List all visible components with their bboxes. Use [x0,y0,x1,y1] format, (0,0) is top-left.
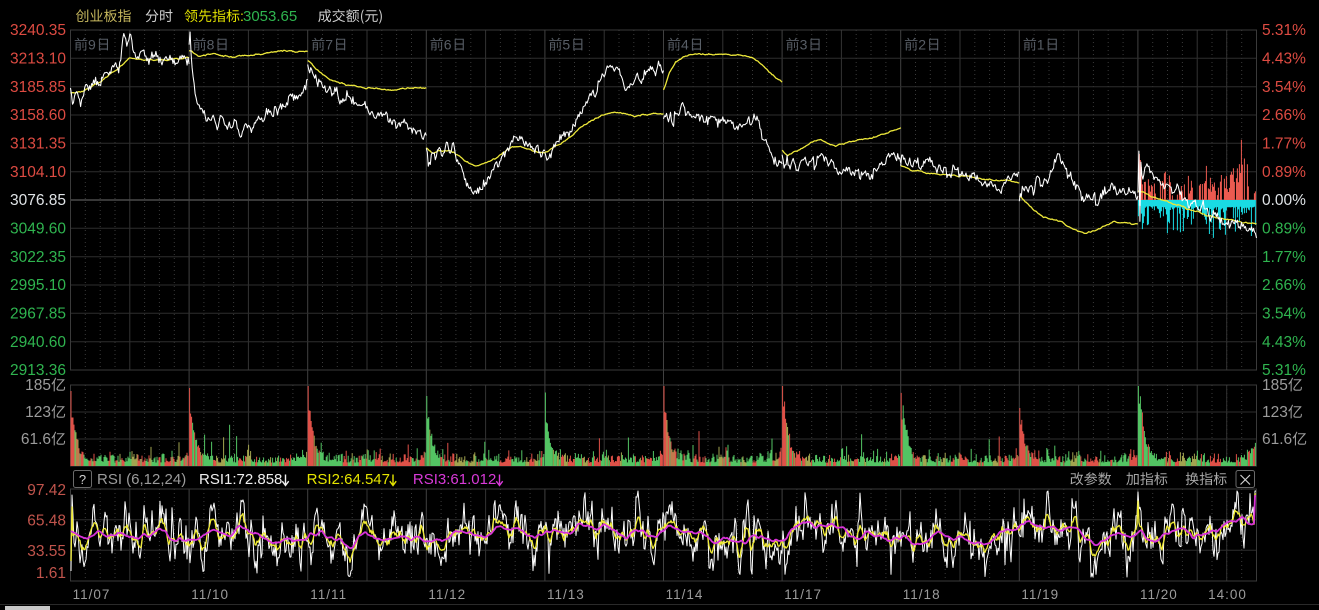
svg-text:11/11: 11/11 [310,587,347,602]
svg-text:4: 4 [681,37,689,53]
svg-text:RSI2:64.547: RSI2:64.547 [307,471,390,488]
svg-text:1.77%: 1.77% [1262,249,1306,266]
svg-text:RSI (6,12,24): RSI (6,12,24) [97,471,186,488]
svg-text:3185.85: 3185.85 [10,79,66,96]
svg-text:3104.10: 3104.10 [10,164,66,181]
svg-text:6: 6 [444,37,452,53]
svg-text:7: 7 [325,37,333,53]
svg-text:2.66%: 2.66% [1262,107,1306,124]
svg-text:11/14: 11/14 [666,587,704,602]
svg-text:3240.35: 3240.35 [10,22,66,39]
svg-text:61.6: 61.6 [1262,431,1292,448]
svg-text:0.89%: 0.89% [1262,221,1306,238]
svg-text:4.43%: 4.43% [1262,334,1306,351]
svg-text:2.66%: 2.66% [1262,277,1306,294]
svg-text:8: 8 [207,37,215,53]
svg-text:2967.85: 2967.85 [10,306,66,323]
svg-text:3213.10: 3213.10 [10,51,66,68]
svg-text:3022.35: 3022.35 [10,249,66,266]
svg-text:2995.10: 2995.10 [10,277,66,294]
svg-text:3.54%: 3.54% [1262,306,1306,323]
svg-text:3: 3 [800,37,808,53]
svg-text:33.55: 33.55 [27,543,66,560]
svg-text:11/07: 11/07 [73,587,111,602]
svg-text:0.89%: 0.89% [1262,164,1306,181]
svg-text:11/17: 11/17 [784,587,822,602]
svg-text:11/12: 11/12 [428,587,466,602]
svg-text:11/20: 11/20 [1140,587,1178,602]
svg-text:61.6: 61.6 [21,431,51,448]
svg-text:1: 1 [1037,37,1045,53]
svg-text:11/18: 11/18 [903,587,941,602]
svg-text:2940.60: 2940.60 [10,334,66,351]
svg-text:11/10: 11/10 [191,587,229,602]
svg-text:123: 123 [25,404,51,421]
svg-text:RSI3:61.012: RSI3:61.012 [413,471,496,488]
svg-text:1.77%: 1.77% [1262,136,1306,153]
svg-text:4.43%: 4.43% [1262,51,1306,68]
svg-text:185: 185 [1262,377,1288,394]
svg-text:2: 2 [918,37,926,53]
svg-text:3076.85: 3076.85 [10,192,66,209]
svg-text:65.48: 65.48 [27,513,66,530]
svg-text:11/13: 11/13 [547,587,585,602]
svg-text:3131.35: 3131.35 [10,136,66,153]
svg-text:0.00%: 0.00% [1262,192,1306,209]
svg-text:RSI1:72.858: RSI1:72.858 [199,471,282,488]
svg-text:3.54%: 3.54% [1262,79,1306,96]
svg-text:3049.60: 3049.60 [10,221,66,238]
svg-text:11/19: 11/19 [1021,587,1059,602]
svg-text:3053.65: 3053.65 [243,8,297,25]
svg-text:123: 123 [1262,404,1288,421]
svg-text:3158.60: 3158.60 [10,107,66,124]
svg-text:9: 9 [88,37,96,53]
svg-text:14:00: 14:00 [1208,587,1247,602]
svg-text:?: ? [79,472,86,487]
svg-text:185: 185 [25,377,51,394]
svg-text:5.31%: 5.31% [1262,22,1306,39]
svg-text:5: 5 [562,37,570,53]
svg-text:1.61: 1.61 [36,565,66,582]
svg-text:97.42: 97.42 [27,482,66,499]
